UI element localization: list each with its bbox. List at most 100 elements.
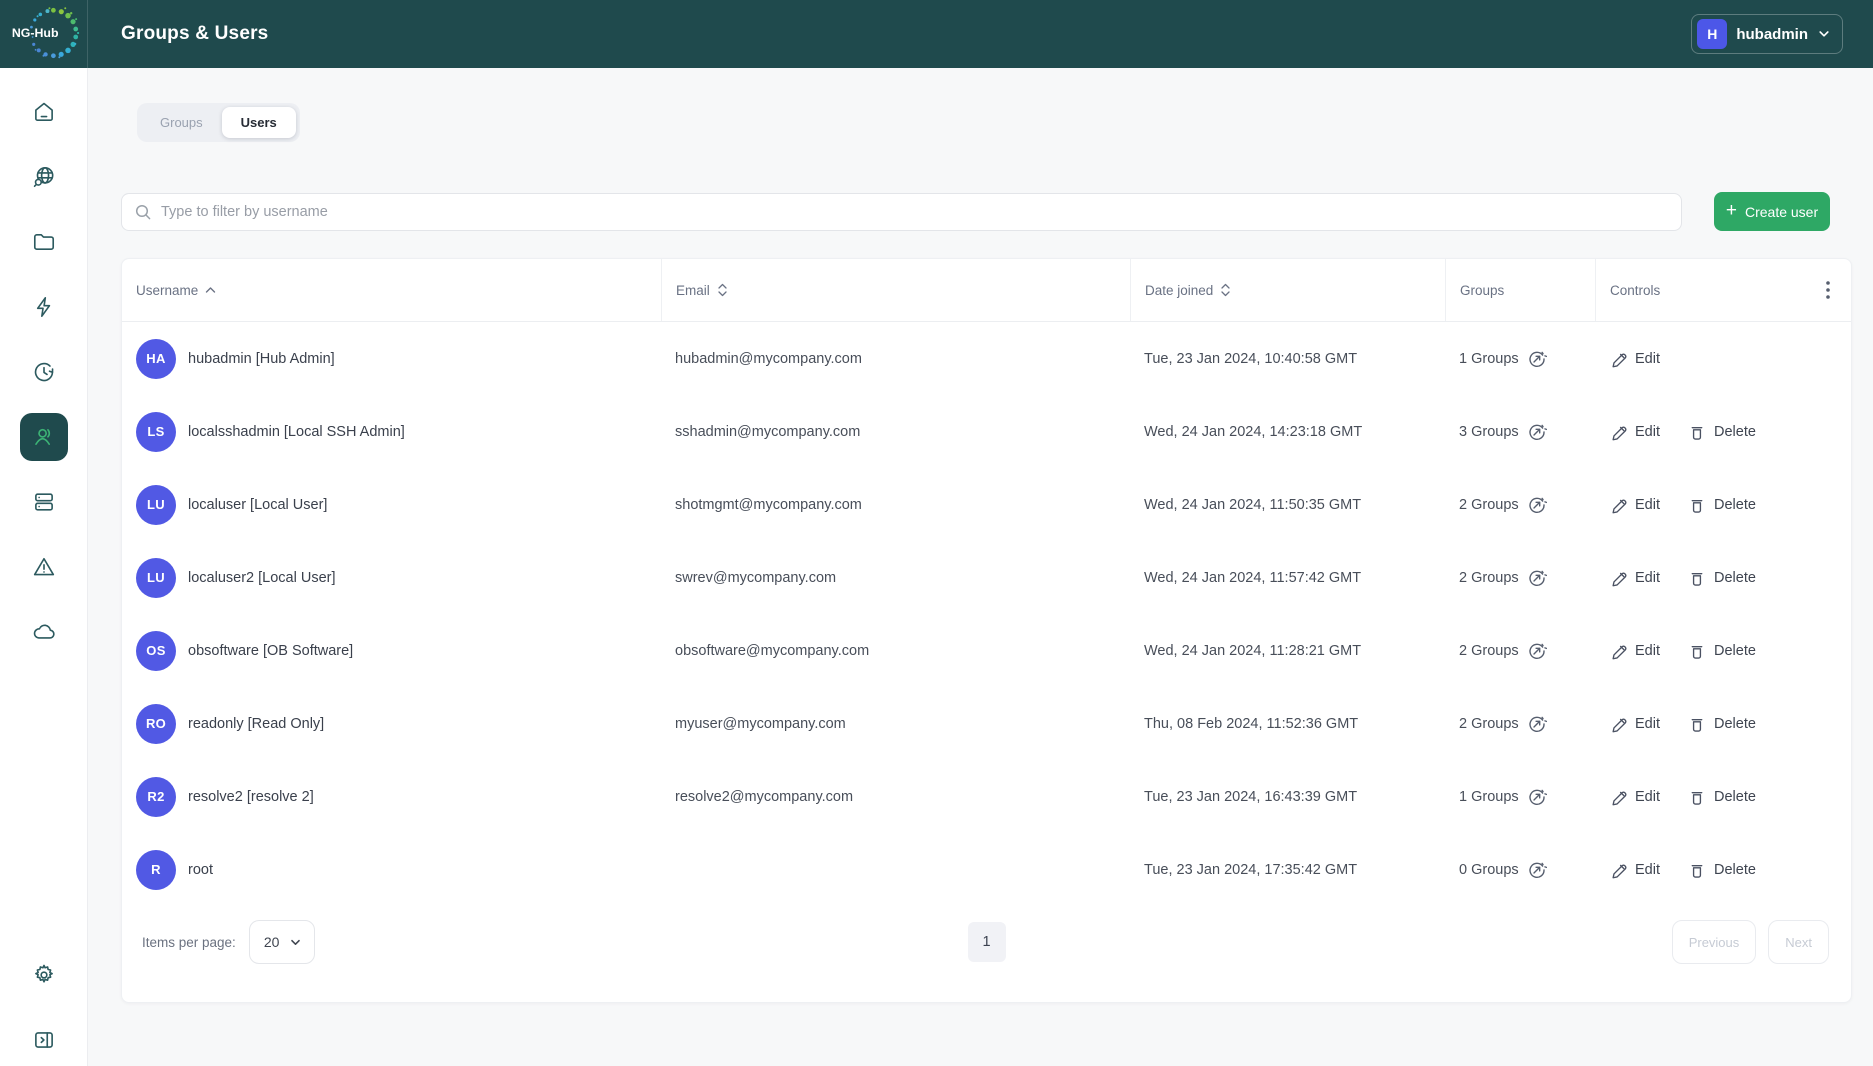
sidebar-item-history[interactable]: [20, 348, 68, 396]
groups-count: 0 Groups: [1459, 862, 1519, 878]
sidebar-collapse-toggle[interactable]: [20, 1016, 68, 1064]
previous-page-button[interactable]: Previous: [1672, 920, 1757, 964]
create-user-label: Create user: [1745, 204, 1818, 220]
username-cell: RO readonly [Read Only]: [122, 704, 661, 744]
current-page-indicator[interactable]: 1: [968, 922, 1006, 962]
delete-button[interactable]: Delete: [1688, 715, 1756, 733]
sidebar-item-projects[interactable]: [20, 218, 68, 266]
groups-gauge-icon[interactable]: [1527, 349, 1547, 369]
groups-gauge-icon[interactable]: [1527, 641, 1547, 661]
edit-pencil-icon: [1609, 496, 1627, 514]
groups-cell: 2 Groups: [1445, 495, 1595, 515]
controls-cell: Edit Delete: [1595, 423, 1805, 441]
column-header-controls: Controls: [1595, 259, 1805, 321]
chevron-down-icon: [289, 936, 302, 949]
pagination-bar: Items per page: 20 1 Previous Next: [122, 906, 1851, 1002]
column-header-date-joined[interactable]: Date joined: [1130, 259, 1445, 321]
column-header-username[interactable]: Username: [122, 259, 661, 321]
groups-cell: 1 Groups: [1445, 349, 1595, 369]
controls-cell: Edit Delete: [1595, 715, 1805, 733]
column-label: Date joined: [1145, 283, 1213, 298]
groups-cell: 2 Groups: [1445, 641, 1595, 661]
delete-button[interactable]: Delete: [1688, 423, 1756, 441]
controls-cell: Edit Delete: [1595, 496, 1805, 514]
sidebar-item-cloud[interactable]: [20, 608, 68, 656]
column-label: Username: [136, 283, 198, 298]
column-header-email[interactable]: Email: [661, 259, 1130, 321]
delete-button[interactable]: Delete: [1688, 496, 1756, 514]
search-box[interactable]: [121, 193, 1682, 231]
tab-groups[interactable]: Groups: [141, 107, 222, 138]
table-row: OS obsoftware [OB Software] obsoftware@m…: [122, 614, 1851, 687]
edit-pencil-icon: [1609, 569, 1627, 587]
table-row: R2 resolve2 [resolve 2] resolve2@mycompa…: [122, 760, 1851, 833]
groups-count: 2 Groups: [1459, 716, 1519, 732]
email-cell: sshadmin@mycompany.com: [661, 424, 1130, 440]
user-menu[interactable]: H hubadmin: [1691, 14, 1843, 54]
delete-button[interactable]: Delete: [1688, 642, 1756, 660]
search-input[interactable]: [161, 204, 1669, 220]
column-label: Email: [676, 283, 710, 298]
sidebar-item-servers[interactable]: [20, 478, 68, 526]
username-text: localsshadmin [Local SSH Admin]: [188, 424, 405, 440]
username-text: localuser2 [Local User]: [188, 570, 336, 586]
delete-trash-icon: [1688, 496, 1706, 514]
edit-button[interactable]: Edit: [1609, 715, 1660, 733]
groups-gauge-icon[interactable]: [1527, 787, 1547, 807]
edit-label: Edit: [1635, 862, 1660, 878]
delete-button[interactable]: Delete: [1688, 569, 1756, 587]
edit-pencil-icon: [1609, 423, 1627, 441]
edit-button[interactable]: Edit: [1609, 642, 1660, 660]
users-icon: [31, 424, 57, 450]
next-page-button[interactable]: Next: [1768, 920, 1829, 964]
delete-label: Delete: [1714, 789, 1756, 805]
username-text: readonly [Read Only]: [188, 716, 324, 732]
sort-asc-icon: [205, 286, 216, 294]
edit-button[interactable]: Edit: [1609, 423, 1660, 441]
table-options-menu[interactable]: [1805, 259, 1851, 321]
groups-count: 2 Groups: [1459, 497, 1519, 513]
delete-label: Delete: [1714, 424, 1756, 440]
groups-gauge-icon[interactable]: [1527, 860, 1547, 880]
groups-cell: 2 Groups: [1445, 568, 1595, 588]
email-cell: swrev@mycompany.com: [661, 570, 1130, 586]
username-cell: LU localuser2 [Local User]: [122, 558, 661, 598]
edit-button[interactable]: Edit: [1609, 861, 1660, 879]
email-cell: resolve2@mycompany.com: [661, 789, 1130, 805]
groups-gauge-icon[interactable]: [1527, 495, 1547, 515]
edit-label: Edit: [1635, 716, 1660, 732]
top-header: NG-Hub Groups & Users H hubadmin: [0, 0, 1873, 68]
table-row: HA hubadmin [Hub Admin] hubadmin@mycompa…: [122, 322, 1851, 395]
edit-button[interactable]: Edit: [1609, 569, 1660, 587]
pager-buttons: Previous Next: [1672, 920, 1829, 964]
edit-button[interactable]: Edit: [1609, 788, 1660, 806]
username-text: hubadmin [Hub Admin]: [188, 351, 335, 367]
sidebar-item-alerts[interactable]: [20, 543, 68, 591]
create-user-button[interactable]: + Create user: [1714, 192, 1830, 231]
ng-hub-logo[interactable]: NG-Hub: [0, 0, 88, 68]
groups-gauge-icon[interactable]: [1527, 422, 1547, 442]
cloud-icon: [31, 619, 57, 645]
tab-users[interactable]: Users: [222, 107, 296, 138]
controls-cell: Edit Delete: [1595, 788, 1805, 806]
sidebar-item-home[interactable]: [20, 88, 68, 136]
delete-button[interactable]: Delete: [1688, 861, 1756, 879]
date-joined-cell: Thu, 08 Feb 2024, 11:52:36 GMT: [1130, 716, 1445, 732]
avatar: HA: [136, 339, 176, 379]
items-per-page-select[interactable]: 20: [249, 920, 316, 964]
edit-button[interactable]: Edit: [1609, 350, 1660, 368]
groups-cell: 2 Groups: [1445, 714, 1595, 734]
sidebar-bottom: [0, 951, 87, 1064]
sidebar-item-discovery[interactable]: [20, 153, 68, 201]
sidebar-item-users[interactable]: [20, 413, 68, 461]
edit-button[interactable]: Edit: [1609, 496, 1660, 514]
delete-trash-icon: [1688, 423, 1706, 441]
groups-gauge-icon[interactable]: [1527, 714, 1547, 734]
groups-count: 1 Groups: [1459, 789, 1519, 805]
sidebar-item-actions[interactable]: [20, 283, 68, 331]
sidebar-item-settings[interactable]: [20, 951, 68, 999]
username-text: localuser [Local User]: [188, 497, 327, 513]
delete-button[interactable]: Delete: [1688, 788, 1756, 806]
warning-icon: [31, 554, 57, 580]
groups-gauge-icon[interactable]: [1527, 568, 1547, 588]
